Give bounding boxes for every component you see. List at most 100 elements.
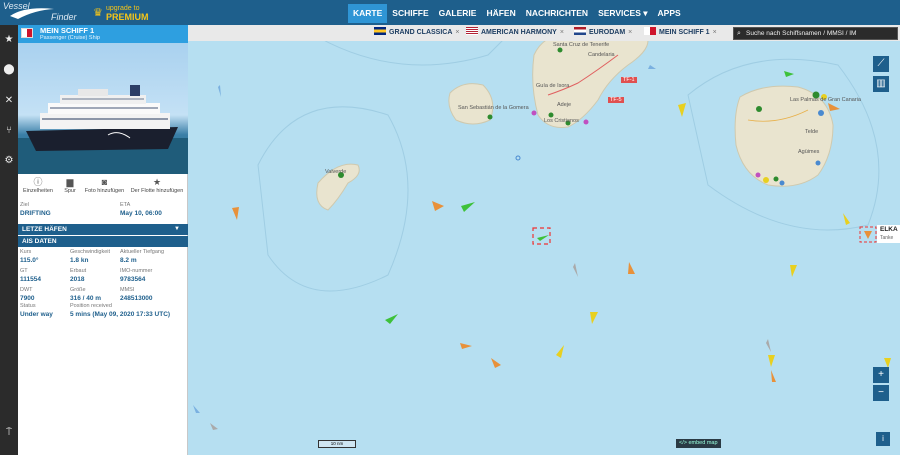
- nav-apps[interactable]: APPS: [653, 4, 686, 23]
- vessel-marker[interactable]: [432, 201, 444, 211]
- antenna-icon[interactable]: ⍑: [0, 427, 18, 438]
- last-ports-section[interactable]: LETZE HÄFEN ▼: [18, 224, 188, 235]
- vessel-marker[interactable]: [864, 231, 872, 239]
- nav-schiffe[interactable]: SCHIFFE: [387, 4, 433, 23]
- tab-american-harmony[interactable]: AMERICAN HARMONY ×: [466, 25, 564, 41]
- vessel-details-panel: MEIN SCHIFF 1 Passenger (Cruise) Ship ⓘ …: [18, 25, 188, 455]
- place-santa-cruz: Santa Cruz de Tenerife: [553, 42, 610, 48]
- vessel-actions: ⓘ Einzelheiten ▆ Spur ◙ Foto hinzufügen …: [18, 176, 188, 201]
- nav-karte[interactable]: KARTE: [348, 4, 388, 23]
- vessel-photo[interactable]: [18, 43, 188, 174]
- close-icon[interactable]: ×: [628, 29, 632, 36]
- vessel-marker[interactable]: [461, 202, 475, 212]
- vessel-marker[interactable]: [491, 358, 501, 368]
- vessel-marker-selected[interactable]: [532, 227, 551, 245]
- port-marker[interactable]: [779, 180, 785, 186]
- place-san-sebastian: San Sebastián de la Gomera: [458, 105, 529, 111]
- port-marker[interactable]: [815, 160, 821, 166]
- add-photo-button[interactable]: ◙ Foto hinzufügen: [82, 176, 127, 194]
- malta-flag-icon: [644, 27, 656, 35]
- close-icon[interactable]: ×: [455, 29, 459, 36]
- nav-galerie[interactable]: GALERIE: [434, 4, 482, 23]
- location-pin-icon[interactable]: ⬤: [0, 64, 18, 75]
- vessel-marker[interactable]: [768, 355, 775, 367]
- vessel-marker[interactable]: [385, 314, 398, 324]
- port-marker[interactable]: [515, 155, 521, 161]
- track-button[interactable]: ▆ Spur: [58, 176, 82, 194]
- mmsi-value: 248513000: [120, 295, 153, 302]
- details-button[interactable]: ⓘ Einzelheiten: [21, 176, 55, 194]
- elka-vessel-label[interactable]: ELKA Tanke: [877, 225, 900, 243]
- map-layers-button[interactable]: ▥: [873, 76, 889, 92]
- caret-down-icon: ▼: [174, 226, 180, 232]
- vessel-marker[interactable]: [678, 103, 686, 117]
- status-value: Under way: [20, 311, 53, 318]
- camera-icon: ◙: [101, 177, 108, 187]
- close-icon[interactable]: ×: [713, 29, 717, 36]
- vessel-marker[interactable]: [766, 339, 771, 352]
- port-marker[interactable]: [773, 176, 779, 182]
- route-icon[interactable]: ⑂: [0, 125, 18, 136]
- gt-value: 111554: [20, 276, 41, 283]
- measure-tool-button[interactable]: ⟋: [873, 56, 889, 72]
- vessel-name: MEIN SCHIFF 1: [40, 26, 95, 35]
- vessel-marker[interactable]: [784, 71, 794, 77]
- tools-icon[interactable]: ✕: [0, 95, 18, 106]
- vessel-marker[interactable]: [232, 207, 239, 220]
- vessel-marker[interactable]: [590, 312, 598, 324]
- ais-data-section[interactable]: AIS DATEN: [18, 236, 188, 247]
- map-canvas[interactable]: Santa Cruz de Tenerife Candelaria Guía d…: [188, 25, 900, 455]
- port-marker[interactable]: [756, 106, 762, 112]
- tab-grand-classica[interactable]: GRAND CLASSICA ×: [374, 25, 459, 41]
- gear-icon[interactable]: ⚙: [0, 155, 18, 166]
- position-received-label: Position received: [70, 303, 112, 309]
- vessel-marker[interactable]: [218, 85, 221, 97]
- port-marker[interactable]: [755, 172, 761, 178]
- place-guia: Guía de Isora: [536, 83, 570, 89]
- vessel-type: Passenger (Cruise) Ship: [40, 35, 100, 41]
- zoom-out-button[interactable]: −: [873, 385, 889, 401]
- vessel-marker[interactable]: [556, 345, 564, 358]
- tab-mein-schiff-1[interactable]: MEIN SCHIFF 1 ×: [644, 25, 717, 41]
- port-marker[interactable]: [531, 110, 537, 116]
- info-button[interactable]: i: [876, 432, 890, 446]
- elka-name: ELKA: [880, 226, 898, 233]
- malta-flag-icon: [21, 28, 33, 38]
- nav-nachrichten[interactable]: NACHRICHTEN: [521, 4, 593, 23]
- nav-haefen[interactable]: HÄFEN: [481, 4, 520, 23]
- port-marker[interactable]: [548, 112, 554, 118]
- place-las-palmas: Las Palmas de Gran Canaria: [790, 97, 861, 103]
- vessel-marker[interactable]: [573, 263, 578, 277]
- add-to-fleet-button[interactable]: ★ Der Flotte hinzufügen: [128, 176, 186, 194]
- zoom-in-button[interactable]: +: [873, 367, 889, 383]
- eta-value: May 10, 06:00: [120, 210, 162, 217]
- vesselfinder-logo[interactable]: Vessel Finder: [0, 0, 90, 25]
- port-marker[interactable]: [557, 47, 563, 53]
- vessel-marker[interactable]: [628, 262, 635, 274]
- vessel-marker[interactable]: [771, 370, 776, 382]
- premium-line2: PREMIUM: [106, 12, 149, 22]
- port-marker[interactable]: [763, 177, 769, 183]
- vessel-marker[interactable]: [648, 65, 656, 69]
- tab-eurodam[interactable]: EURODAM ×: [574, 25, 632, 41]
- vessel-marker[interactable]: [790, 265, 797, 277]
- vessel-marker[interactable]: [828, 103, 840, 111]
- port-marker[interactable]: [583, 119, 589, 125]
- vessel-search-input[interactable]: ⌕ Suche nach Schiffsnamen / MMSI / IM: [733, 27, 898, 40]
- nav-services[interactable]: SERVICES ▾: [593, 4, 652, 23]
- imo-label: IMO-nummer: [120, 268, 153, 274]
- search-placeholder: Suche nach Schiffsnamen / MMSI / IM: [746, 30, 857, 37]
- star-icon: ★: [152, 177, 162, 187]
- vessel-marker[interactable]: [843, 213, 850, 225]
- embed-map-link[interactable]: </> embed map: [676, 439, 721, 448]
- star-icon[interactable]: ★: [0, 34, 18, 45]
- place-aguimes: Agüimes: [798, 149, 820, 155]
- vessel-marker[interactable]: [210, 423, 218, 430]
- netherlands-flag-icon: [574, 27, 586, 35]
- port-marker[interactable]: [818, 110, 824, 116]
- close-icon[interactable]: ×: [560, 29, 564, 36]
- dwt-value: 7900: [20, 295, 35, 302]
- vessel-marker[interactable]: [193, 405, 200, 413]
- port-marker[interactable]: [487, 114, 493, 120]
- vessel-marker[interactable]: [460, 343, 472, 349]
